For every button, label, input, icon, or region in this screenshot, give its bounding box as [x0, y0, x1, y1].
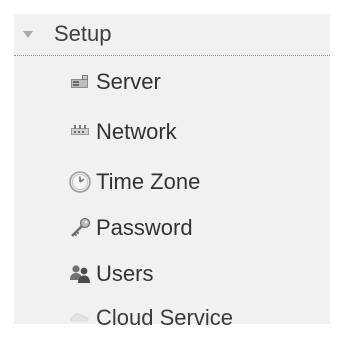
menu-item-cloud-service[interactable]: Cloud Service	[14, 296, 330, 340]
menu-item-label: Users	[96, 261, 154, 286]
divider	[14, 55, 330, 56]
network-icon	[68, 120, 92, 144]
menu-item-time-zone[interactable]: Time Zone	[14, 160, 330, 204]
menu-item-server[interactable]: Server	[14, 60, 330, 104]
menu-item-label: Server	[96, 69, 161, 94]
cloud-icon	[68, 306, 92, 330]
users-icon	[68, 262, 92, 286]
section-title: Setup	[54, 21, 112, 46]
menu-item-label: Time Zone	[96, 169, 201, 194]
caret-down-icon[interactable]	[23, 31, 33, 38]
menu-item-label: Network	[96, 119, 177, 144]
clock-icon	[68, 170, 92, 194]
menu-item-password[interactable]: Password	[14, 206, 330, 250]
setup-section-header[interactable]: Setup	[14, 14, 330, 54]
menu-item-label: Password	[96, 215, 193, 240]
menu-item-users[interactable]: Users	[14, 252, 330, 296]
menu-item-label: Cloud Service	[96, 305, 233, 330]
setup-panel: Setup Server Network Time Zone Password …	[14, 14, 330, 330]
server-icon	[68, 70, 92, 94]
menu-item-network[interactable]: Network	[14, 110, 330, 154]
key-icon	[68, 216, 92, 240]
